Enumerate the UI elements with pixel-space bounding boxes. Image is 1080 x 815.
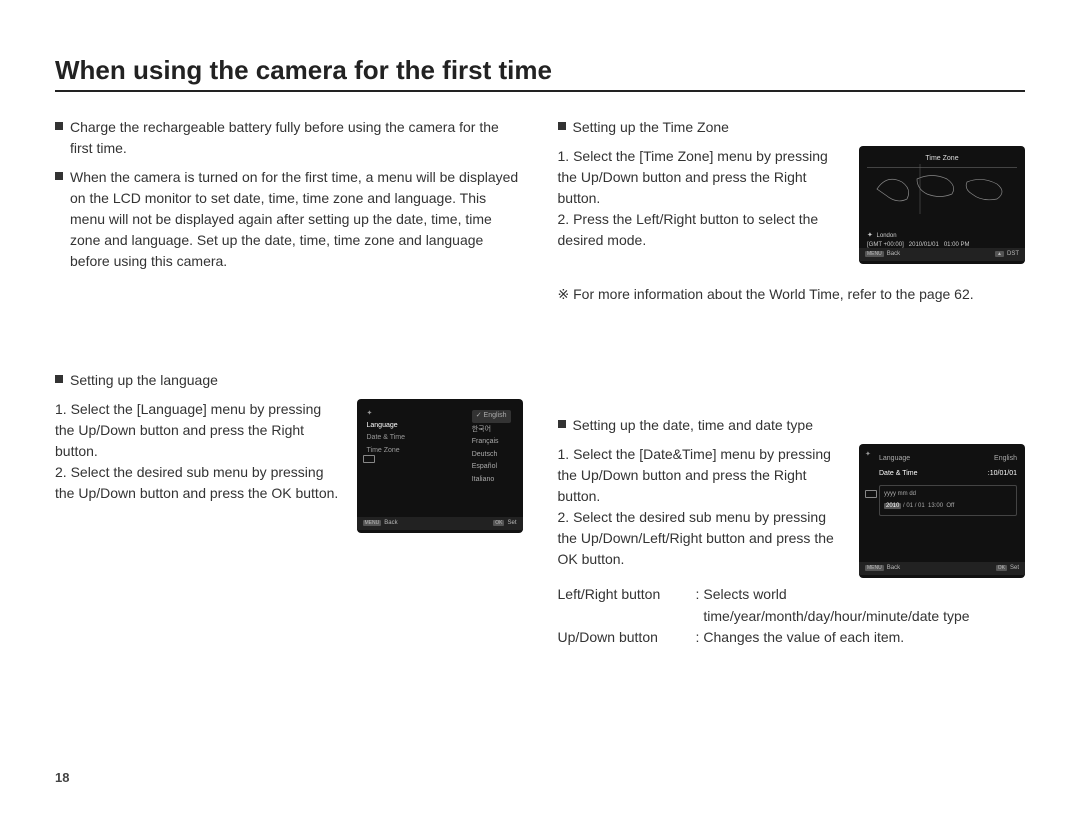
square-bullet-icon xyxy=(558,122,566,130)
bullet-text: When the camera is turned on for the fir… xyxy=(70,167,523,272)
language-option: Deutsch xyxy=(468,449,515,462)
screen-footer: MENUBack OKSet xyxy=(357,517,523,530)
dt-format-box: yyyy mm dd 2010 / 01 / 01 13:00 Off xyxy=(879,485,1017,516)
language-options: ✓ English 한국어 Français Deutsch Español I… xyxy=(468,409,515,486)
datetime-screenshot: ✦ Language English Date & Time :10/01/01… xyxy=(859,444,1025,578)
note-label: Left/Right button xyxy=(558,584,696,627)
tz-city: London xyxy=(877,233,897,239)
timezone-section-row: 1. Select the [Time Zone] menu by pressi… xyxy=(558,146,1026,264)
section-heading: Setting up the language xyxy=(55,370,523,391)
timezone-screenshot: Time Zone ✦ London [GMT +00:00] 2010/01/… xyxy=(859,146,1025,264)
bullet-item: When the camera is turned on for the fir… xyxy=(55,167,523,272)
timezone-steps: 1. Select the [Time Zone] menu by pressi… xyxy=(558,146,848,251)
step-text: 2. Press the Left/Right button to select… xyxy=(558,209,848,251)
square-bullet-icon xyxy=(55,172,63,180)
footer-label: Set xyxy=(507,520,516,526)
battery-icon xyxy=(363,455,375,463)
language-option: Français xyxy=(468,436,515,449)
screen-footer: MENUBack OKSet xyxy=(859,562,1025,575)
menu-button-icon: MENU xyxy=(865,251,884,257)
section-heading: Setting up the date, time and date type xyxy=(558,415,1026,436)
dt-format-label: yyyy mm dd xyxy=(884,490,1012,499)
star-icon: ✦ xyxy=(865,450,871,461)
page-number: 18 xyxy=(55,770,69,785)
datetime-section-row: 1. Select the [Date&Time] menu by pressi… xyxy=(558,444,1026,578)
language-option: 한국어 xyxy=(468,424,515,437)
ok-button-icon: OK xyxy=(493,520,504,526)
menu-button-icon: MENU xyxy=(865,565,884,571)
button-notes: Left/Right button : Selects world time/y… xyxy=(558,584,1026,649)
note-row: Up/Down button : Changes the value of ea… xyxy=(558,627,1026,649)
dt-highlight: 2010 xyxy=(884,503,901,509)
footer-label: Back xyxy=(887,565,900,571)
square-bullet-icon xyxy=(55,122,63,130)
note-text: Changes the value of each item. xyxy=(703,627,904,649)
title-underline xyxy=(55,90,1025,92)
note-row: Left/Right button : Selects world time/y… xyxy=(558,584,1026,627)
footer-label: Back xyxy=(887,251,900,257)
two-column-layout: Charge the rechargeable battery fully be… xyxy=(55,117,1025,649)
language-option-selected: ✓ English xyxy=(472,410,511,423)
language-steps: 1. Select the [Language] menu by pressin… xyxy=(55,399,345,504)
battery-icon xyxy=(865,490,877,498)
timezone-note: ※ For more information about the World T… xyxy=(558,284,1026,305)
menu-item: Language xyxy=(367,420,406,433)
note-text: Selects world time/year/month/day/hour/m… xyxy=(703,584,1025,627)
step-text: 1. Select the [Time Zone] menu by pressi… xyxy=(558,146,848,209)
bullet-text: Charge the rechargeable battery fully be… xyxy=(70,117,523,159)
heading-text: Setting up the date, time and date type xyxy=(573,415,814,436)
footer-label: Back xyxy=(384,520,397,526)
dt-label: Language xyxy=(879,454,910,465)
language-option: Español xyxy=(468,461,515,474)
section-heading: Setting up the Time Zone xyxy=(558,117,1026,138)
menu-button-icon: MENU xyxy=(363,520,382,526)
page-title: When using the camera for the first time xyxy=(55,55,1025,86)
right-column: Setting up the Time Zone 1. Select the [… xyxy=(558,117,1026,649)
manual-page: When using the camera for the first time… xyxy=(0,0,1080,815)
footer-label: DST xyxy=(1007,251,1019,257)
dst-button-icon: ▲ xyxy=(995,251,1004,257)
step-text: 1. Select the [Date&Time] menu by pressi… xyxy=(558,444,848,507)
world-map-icon xyxy=(867,164,1017,214)
dt-format-values: 2010 / 01 / 01 13:00 Off xyxy=(884,502,1012,511)
star-icon: ✦ xyxy=(867,232,873,239)
footer-label: Set xyxy=(1010,565,1019,571)
language-section-row: 1. Select the [Language] menu by pressin… xyxy=(55,399,523,533)
step-text: 2. Select the desired sub menu by pressi… xyxy=(558,507,848,570)
heading-text: Setting up the language xyxy=(70,370,218,391)
language-screenshot: ✦ Language Date & Time Time Zone ✓ Engli… xyxy=(357,399,523,533)
menu-item: Date & Time xyxy=(367,432,406,445)
dt-row: Language English xyxy=(879,452,1017,467)
dt-row-active: Date & Time :10/01/01 xyxy=(879,467,1017,482)
star-icon: ✦ xyxy=(367,410,373,417)
screen-footer: MENUBack ▲DST xyxy=(859,248,1025,261)
step-text: 1. Select the [Language] menu by pressin… xyxy=(55,399,345,462)
note-label: Up/Down button xyxy=(558,627,696,649)
datetime-steps: 1. Select the [Date&Time] menu by pressi… xyxy=(558,444,848,570)
heading-text: Setting up the Time Zone xyxy=(573,117,729,138)
ok-button-icon: OK xyxy=(996,565,1007,571)
step-text: 2. Select the desired sub menu by pressi… xyxy=(55,462,345,504)
square-bullet-icon xyxy=(55,375,63,383)
dt-value: English xyxy=(994,454,1017,465)
dt-label: Date & Time xyxy=(879,469,918,480)
square-bullet-icon xyxy=(558,420,566,428)
language-option: Italiano xyxy=(468,474,515,487)
left-column: Charge the rechargeable battery fully be… xyxy=(55,117,523,649)
language-menu-left: ✦ Language Date & Time Time Zone xyxy=(367,409,406,457)
dt-value: :10/01/01 xyxy=(988,469,1017,480)
bullet-item: Charge the rechargeable battery fully be… xyxy=(55,117,523,159)
